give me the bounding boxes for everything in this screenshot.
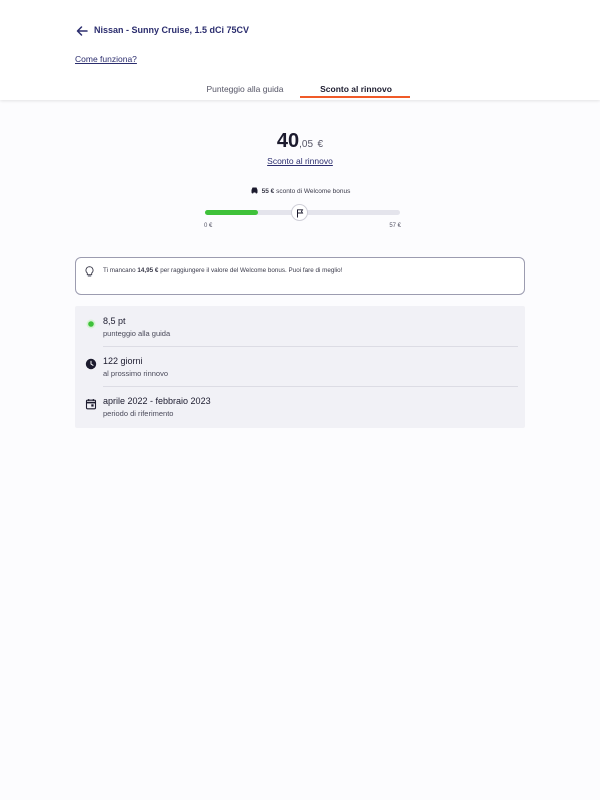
bonus-text: sconto di Welcome bonus xyxy=(276,188,351,195)
green-dot-icon xyxy=(85,317,97,329)
stats-panel: 8,5 pt punteggio alla guida 122 giorni a… xyxy=(75,306,525,428)
stat-value: 122 giorni xyxy=(103,356,143,366)
clock-icon xyxy=(85,357,97,370)
amount-integer: 40 xyxy=(276,130,300,152)
tip-suffix: per raggiungere il valore del Welcome bo… xyxy=(160,267,343,274)
lightbulb-icon xyxy=(85,265,94,277)
stat-label: al prossimo rinnovo xyxy=(103,369,169,378)
progress-max-label: 57 € xyxy=(389,223,401,229)
amount-currency: € xyxy=(317,139,324,150)
amount-decimals: ,05 xyxy=(299,139,314,150)
goal-flag-marker xyxy=(291,204,308,221)
calendar-icon xyxy=(85,397,97,410)
tab-driving-score[interactable]: Punteggio alla guida xyxy=(196,84,294,94)
divider xyxy=(103,346,518,347)
progress-min-label: 0 € xyxy=(204,223,213,229)
car-icon xyxy=(250,186,259,194)
stat-label: punteggio alla guida xyxy=(103,329,171,338)
tip-box: Ti mancano 14,95 € per raggiungere il va… xyxy=(75,257,525,295)
tip-prefix: Ti mancano xyxy=(103,267,136,274)
divider xyxy=(103,386,518,387)
stat-days-to-renewal: 122 giorni al prossimo rinnovo xyxy=(75,348,525,388)
how-it-works-link[interactable]: Come funziona? xyxy=(75,54,137,64)
stat-label: periodo di riferimento xyxy=(103,409,174,418)
stat-value: aprile 2022 - febbraio 2023 xyxy=(103,396,211,406)
tip-amount: 14,95 € xyxy=(137,267,159,274)
stat-driving-score: 8,5 pt punteggio alla guida xyxy=(75,308,525,348)
car-title: Nissan - Sunny Cruise, 1.5 dCi 75CV xyxy=(94,25,250,35)
active-tab-indicator xyxy=(300,96,410,98)
back-arrow-icon[interactable] xyxy=(74,23,90,39)
discount-amount: 40,05 € xyxy=(0,130,600,153)
tab-renewal-discount[interactable]: Sconto al rinnovo xyxy=(302,84,410,94)
top-header: Nissan - Sunny Cruise, 1.5 dCi 75CV Come… xyxy=(0,0,600,100)
welcome-bonus-line: 55 € sconto di Welcome bonus xyxy=(0,186,600,195)
progress-fill xyxy=(205,210,258,215)
flag-icon xyxy=(297,208,304,217)
renewal-discount-link[interactable]: Sconto al rinnovo xyxy=(0,156,600,166)
stat-value: 8,5 pt xyxy=(103,316,126,326)
stat-reference-period: aprile 2022 - febbraio 2023 periodo di r… xyxy=(75,388,525,428)
bonus-amount: 55 € xyxy=(261,188,275,195)
tip-text: Ti mancano 14,95 € per raggiungere il va… xyxy=(103,267,342,274)
